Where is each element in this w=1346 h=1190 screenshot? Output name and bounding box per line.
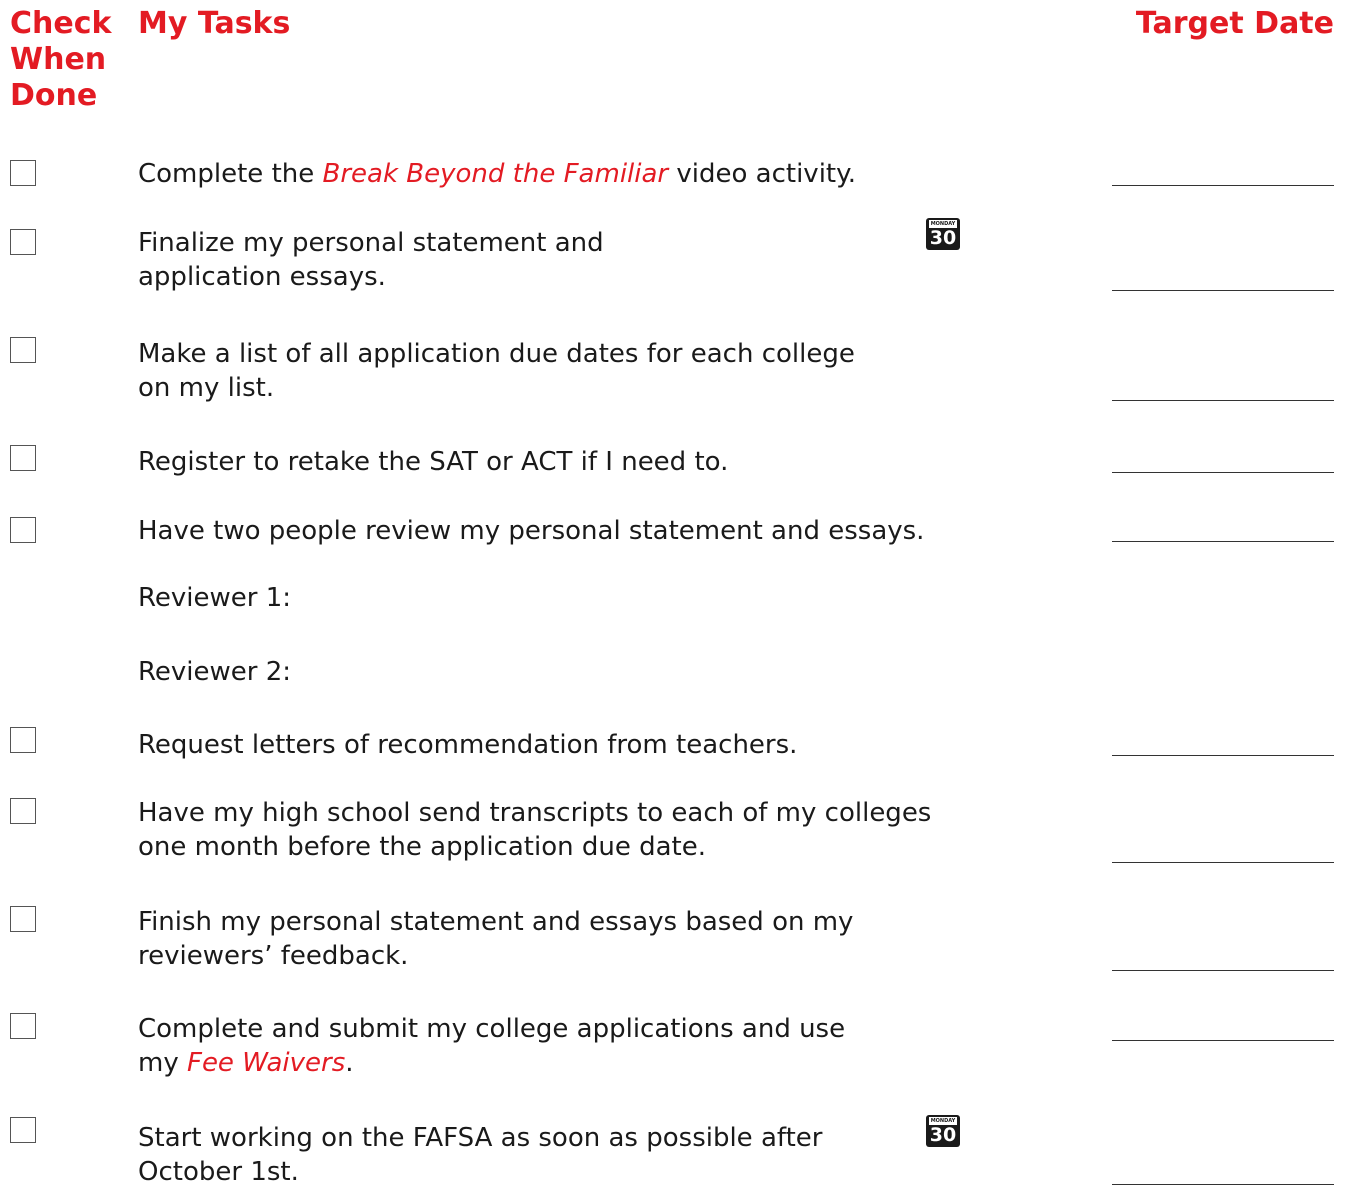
target-date-field[interactable] [1112,290,1334,291]
task-text: Have my high school send transcripts to … [138,796,968,864]
task-checkbox[interactable] [10,337,36,363]
header-when-word: When [10,42,107,77]
task-text-part: video activity. [668,159,857,189]
calendar-icon: MONDAY 30 [926,218,960,250]
task-text-part: Complete the [138,159,323,189]
target-date-header: Target Date [1135,6,1334,41]
target-date-field[interactable] [1112,185,1334,186]
task-text-line: Finalize my personal statement and [138,228,604,258]
task-checkbox[interactable] [10,160,36,186]
target-date-field[interactable] [1112,970,1334,971]
reviewer-1-label: Reviewer 1: [138,583,292,613]
target-date-field[interactable] [1112,1184,1334,1185]
target-date-field[interactable] [1112,541,1334,542]
calendar-day-number: 30 [929,227,957,249]
task-checkbox[interactable] [10,1013,36,1039]
task-text-line: Complete and submit my college applicati… [138,1014,846,1044]
task-text: Complete the Break Beyond the Familiar v… [138,157,968,191]
my-tasks-header: My Tasks [138,6,291,41]
task-checkbox[interactable] [10,727,36,753]
task-text-part: . [345,1048,354,1078]
task-checkbox[interactable] [10,445,36,471]
task-checkbox[interactable] [10,517,36,543]
task-text: Register to retake the SAT or ACT if I n… [138,447,729,477]
task-text-line: Finish my personal statement and essays … [138,907,854,937]
task-text-line: October 1st. [138,1157,299,1187]
task-text: Finish my personal statement and essays … [138,905,968,973]
task-text-line: one month before the application due dat… [138,832,706,862]
target-date-field[interactable] [1112,1040,1334,1041]
task-text-part: my [138,1048,187,1078]
target-date-field[interactable] [1112,400,1334,401]
task-text: Request letters of recommendation from t… [138,730,798,760]
target-date-field[interactable] [1112,862,1334,863]
task-checkbox[interactable] [10,1117,36,1143]
calendar-day-number: 30 [929,1124,957,1146]
task-text-line: reviewers’ feedback. [138,941,409,971]
task-text-line: application essays. [138,262,386,292]
target-date-field[interactable] [1112,755,1334,756]
task-text-line: Start working on the FAFSA as soon as po… [138,1123,823,1153]
task-checkbox[interactable] [10,229,36,255]
fee-waivers-link: Fee Waivers [186,1048,346,1078]
check-when-done-header: Check When Done [10,6,120,114]
task-text: Have two people review my personal state… [138,516,925,546]
task-text-line: my Fee Waivers. [138,1046,968,1080]
activity-title: Break Beyond the Familiar [322,159,669,189]
reviewer-2-label: Reviewer 2: [138,657,292,687]
task-checkbox[interactable] [10,906,36,932]
task-checkbox[interactable] [10,798,36,824]
task-text: Complete and submit my college applicati… [138,1012,968,1080]
task-text-line: Make a list of all application due dates… [138,339,855,369]
target-date-field[interactable] [1112,472,1334,473]
header-done-word: Done [10,78,98,113]
task-text-line: on my list. [138,373,275,403]
calendar-icon: MONDAY 30 [926,1115,960,1147]
task-text: Start working on the FAFSA as soon as po… [138,1121,968,1189]
header-check-word: Check [10,6,112,41]
task-text: Finalize my personal statement and appli… [138,226,968,294]
task-text-line: Have my high school send transcripts to … [138,798,932,828]
task-text: Make a list of all application due dates… [138,337,968,405]
